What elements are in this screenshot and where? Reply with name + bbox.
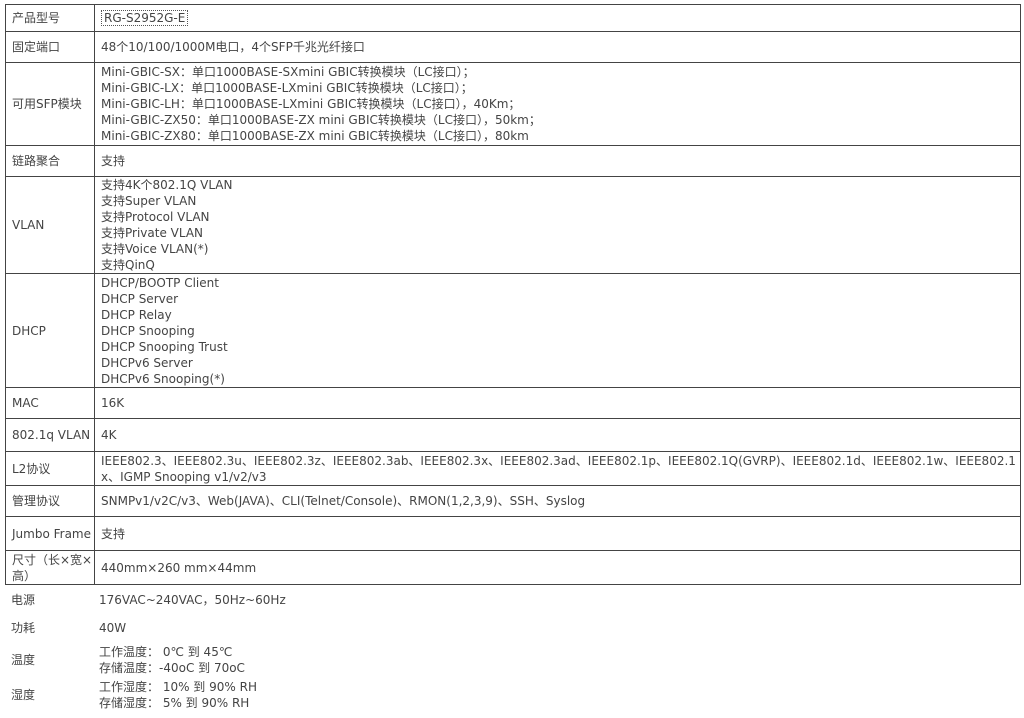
table-row: 802.1q VLAN 4K: [5, 418, 1021, 452]
table-row: 产品型号 RG-S2952G-E: [5, 4, 1021, 32]
row-label: L2协议: [5, 451, 95, 486]
list-item: DHCPv6 Snooping(*): [101, 371, 225, 386]
table-row: MAC 16K: [5, 387, 1021, 419]
table-row: 电源 176VAC~240VAC，50Hz~60Hz: [5, 586, 1021, 614]
row-label: 链路聚合: [5, 145, 95, 177]
list-item: 支持4K个802.1Q VLAN: [101, 178, 233, 192]
row-value: 440mm×260 mm×44mm: [94, 550, 1021, 585]
row-label: MAC: [5, 387, 95, 419]
row-label: 可用SFP模块: [5, 62, 95, 146]
list-item: DHCP Server: [101, 291, 179, 306]
table-row: Jumbo Frame 支持: [5, 516, 1021, 551]
row-label: 湿度: [11, 688, 36, 702]
list-item: 工作湿度： 10% 到 90% RH: [99, 680, 257, 694]
row-label: VLAN: [5, 176, 95, 274]
table-row: 固定端口 48个10/100/1000M电口，4个SFP千兆光纤接口: [5, 31, 1021, 63]
spec-table: 产品型号 RG-S2952G-E 固定端口 48个10/100/1000M电口，…: [5, 4, 1021, 585]
row-value: 支持4K个802.1Q VLAN 支持Super VLAN 支持Protocol…: [94, 176, 1021, 274]
list-item: 支持QinQ: [101, 258, 155, 272]
row-value: IEEE802.3、IEEE802.3u、IEEE802.3z、IEEE802.…: [94, 451, 1021, 486]
row-label: 尺寸（长×宽×高）: [5, 550, 95, 585]
row-label: DHCP: [5, 273, 95, 388]
table-row: 链路聚合 支持: [5, 145, 1021, 177]
row-label: 功耗: [11, 621, 36, 635]
table-row: DHCP DHCP/BOOTP Client DHCP Server DHCP …: [5, 273, 1021, 388]
list-item: DHCPv6 Server: [101, 355, 193, 370]
list-item: Mini-GBIC-ZX50：单口1000BASE-ZX mini GBIC转换…: [101, 113, 541, 127]
list-item: DHCP Snooping Trust: [101, 339, 228, 354]
row-label: 产品型号: [5, 4, 95, 32]
row-value: 16K: [94, 387, 1021, 419]
row-value: 176VAC~240VAC，50Hz~60Hz: [99, 593, 286, 607]
row-label: Jumbo Frame: [5, 516, 95, 551]
list-item: 工作温度： 0℃ 到 45℃: [99, 645, 233, 659]
row-value: DHCP/BOOTP Client DHCP Server DHCP Relay…: [94, 273, 1021, 388]
table-row: 温度 工作温度： 0℃ 到 45℃ 存储温度：-40oC 到 70oC: [5, 642, 1021, 678]
table-row: 可用SFP模块 Mini-GBIC-SX：单口1000BASE-SXmini G…: [5, 62, 1021, 146]
row-value: 工作温度： 0℃ 到 45℃ 存储温度：-40oC 到 70oC: [93, 642, 1021, 678]
row-value: 40W: [99, 621, 127, 635]
table-row: 湿度 工作湿度： 10% 到 90% RH 存储湿度： 5% 到 90% RH: [5, 678, 1021, 712]
row-label: 温度: [11, 653, 36, 667]
table-row: VLAN 支持4K个802.1Q VLAN 支持Super VLAN 支持Pro…: [5, 176, 1021, 274]
row-label: 电源: [11, 593, 36, 607]
row-value: 工作湿度： 10% 到 90% RH 存储湿度： 5% 到 90% RH: [93, 678, 1021, 712]
extra-spec-table: 电源 176VAC~240VAC，50Hz~60Hz 功耗 40W 温度 工作温…: [5, 586, 1021, 712]
table-row: 尺寸（长×宽×高） 440mm×260 mm×44mm: [5, 550, 1021, 585]
list-item: 支持Protocol VLAN: [101, 210, 210, 224]
row-value: 4K: [94, 418, 1021, 452]
list-item: 支持Super VLAN: [101, 194, 197, 208]
row-value: 支持: [94, 516, 1021, 551]
list-item: Mini-GBIC-LX：单口1000BASE-LXmini GBIC转换模块（…: [101, 81, 473, 95]
list-item: DHCP Snooping: [101, 323, 195, 338]
row-value: Mini-GBIC-SX：单口1000BASE-SXmini GBIC转换模块（…: [94, 62, 1021, 146]
table-row: 功耗 40W: [5, 614, 1021, 642]
list-item: Mini-GBIC-SX：单口1000BASE-SXmini GBIC转换模块（…: [101, 65, 475, 79]
list-item: 支持Private VLAN: [101, 226, 204, 240]
row-label: 802.1q VLAN: [5, 418, 95, 452]
list-item: 存储温度：-40oC 到 70oC: [99, 661, 245, 675]
table-row: L2协议 IEEE802.3、IEEE802.3u、IEEE802.3z、IEE…: [5, 451, 1021, 486]
list-item: Mini-GBIC-LH：单口1000BASE-LXmini GBIC转换模块（…: [101, 97, 521, 111]
list-item: DHCP Relay: [101, 307, 172, 322]
model-value: RG-S2952G-E: [101, 10, 189, 26]
row-label: 固定端口: [5, 31, 95, 63]
row-value: 48个10/100/1000M电口，4个SFP千兆光纤接口: [94, 31, 1021, 63]
list-item: Mini-GBIC-ZX80：单口1000BASE-ZX mini GBIC转换…: [101, 129, 529, 143]
list-item: 存储湿度： 5% 到 90% RH: [99, 696, 250, 710]
table-row: 管理协议 SNMPv1/v2C/v3、Web(JAVA)、CLI(Telnet/…: [5, 485, 1021, 517]
row-label: 管理协议: [5, 485, 95, 517]
list-item: DHCP/BOOTP Client: [101, 275, 219, 290]
row-value: SNMPv1/v2C/v3、Web(JAVA)、CLI(Telnet/Conso…: [94, 485, 1021, 517]
list-item: 支持Voice VLAN(*): [101, 242, 209, 256]
row-value: 支持: [94, 145, 1021, 177]
